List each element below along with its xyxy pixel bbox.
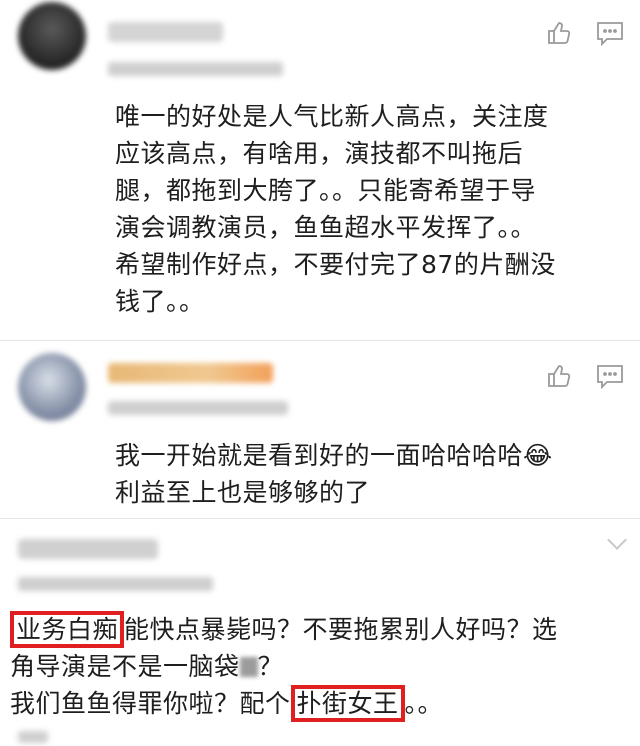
comment-text-segment: 。。 bbox=[404, 689, 444, 718]
comment-line: 应该高点，有啥用，演技都不叫拖后 bbox=[115, 139, 524, 168]
like-icon[interactable] bbox=[546, 363, 572, 389]
comment-line: 业务白痴 能快点暴毙吗？不要拖累别人好吗？选 bbox=[10, 611, 640, 648]
username-blurred[interactable] bbox=[108, 22, 223, 42]
comment-2: 我一开始就是看到好的一面哈哈哈哈😂 利益至上也是够够的了 bbox=[0, 341, 640, 516]
highlight-box: 扑街女王 bbox=[290, 685, 405, 722]
comment-line: 演会调教演员，鱼鱼超水平发挥了。。 bbox=[115, 213, 537, 242]
chevron-down-icon[interactable] bbox=[607, 530, 627, 550]
comment-line: 我一开始就是看到好的一面哈哈哈哈😂 bbox=[115, 441, 553, 470]
comment-text-segment: 角导演是不是一脑袋 bbox=[10, 652, 240, 681]
comment-line: 希望制作好点，不要付完了87的片酬没 bbox=[115, 250, 556, 279]
comment-line: 钱了。。 bbox=[115, 287, 205, 316]
reply-icon[interactable] bbox=[596, 20, 623, 47]
comment-line: 腿，都拖到大胯了。。只能寄希望于导 bbox=[115, 176, 537, 205]
comment-text-segment: 我们鱼鱼得罪你啦？配个 bbox=[10, 689, 291, 718]
comment-1: 唯一的好处是人气比新人高点，关注度 应该高点，有啥用，演技都不叫拖后 腿，都拖到… bbox=[0, 0, 640, 340]
comment-3: 业务白痴 能快点暴毙吗？不要拖累别人好吗？选 角导演是不是一脑袋 ？ 我们鱼鱼得罪你… bbox=[0, 519, 640, 746]
comment-text-segment: 能快点暴毙吗？不要拖累别人好吗？选 bbox=[124, 615, 558, 644]
comment-line: 角导演是不是一脑袋 ？ bbox=[10, 648, 640, 685]
censored-character bbox=[239, 657, 258, 677]
comment-text: 业务白痴 能快点暴毙吗？不要拖累别人好吗？选 角导演是不是一脑袋 ？ 我们鱼鱼得罪你… bbox=[10, 611, 640, 722]
username-blurred[interactable] bbox=[108, 363, 273, 383]
comment-line: 我们鱼鱼得罪你啦？配个 扑街女王。。 bbox=[10, 685, 640, 722]
highlight-box: 业务白痴 bbox=[10, 611, 125, 648]
comment-line: 唯一的好处是人气比新人高点，关注度 bbox=[115, 102, 549, 131]
comment-line: 利益至上也是够够的了 bbox=[115, 478, 371, 507]
comment-text: 我一开始就是看到好的一面哈哈哈哈😂 利益至上也是够够的了 bbox=[115, 437, 635, 511]
comment-text: 唯一的好处是人气比新人高点，关注度 应该高点，有啥用，演技都不叫拖后 腿，都拖到… bbox=[115, 98, 635, 320]
timestamp-blurred bbox=[18, 577, 213, 591]
footer-blurred bbox=[18, 731, 48, 743]
avatar[interactable] bbox=[18, 353, 86, 421]
timestamp-blurred bbox=[108, 62, 283, 76]
timestamp-blurred bbox=[108, 401, 288, 415]
like-icon[interactable] bbox=[546, 20, 572, 46]
reply-icon[interactable] bbox=[596, 363, 623, 390]
username-blurred[interactable] bbox=[18, 539, 158, 559]
avatar[interactable] bbox=[18, 2, 86, 70]
comment-text-segment: ？ bbox=[257, 652, 284, 681]
